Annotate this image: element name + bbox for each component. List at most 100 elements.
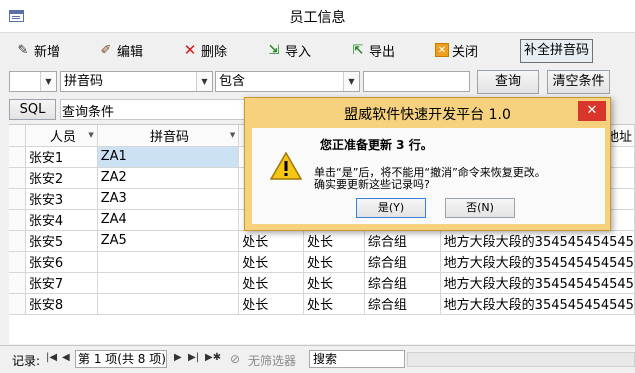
no-button[interactable]: 否(N) [445, 198, 515, 218]
table-cell[interactable]: 处长 [303, 293, 365, 315]
query-button[interactable]: 查询 [477, 70, 539, 94]
table-cell[interactable]: 综合组 [364, 293, 441, 315]
table-cell[interactable]: 张安3 [25, 188, 98, 210]
select-all-corner[interactable] [9, 125, 26, 147]
row-selector[interactable] [9, 230, 26, 252]
table-cell[interactable]: ZA3 [97, 188, 240, 210]
table-cell[interactable]: 处长 [238, 272, 304, 294]
new-icon: ✎ [17, 42, 29, 58]
import-icon: ⇲ [268, 42, 280, 58]
chevron-down-icon: ▼ [343, 72, 359, 91]
row-selector[interactable] [9, 209, 26, 231]
close-button[interactable]: ✕ 关闭 [435, 40, 478, 60]
table-cell[interactable]: 处长 [303, 230, 365, 252]
column-header[interactable]: 人员 ▼ [25, 125, 98, 147]
delete-button[interactable]: ✕ 删除 [182, 40, 227, 60]
table-cell[interactable]: 综合组 [364, 230, 441, 252]
edit-icon: ✐ [100, 42, 112, 58]
confirm-dialog: 盟威软件快速开发平台 1.0 ✕ 您正准备更新 3 行。 单击“是”后，将不能用… [244, 97, 611, 231]
dialog-question: 确实要更新这些记录吗? [314, 178, 430, 191]
dialog-title: 盟威软件快速开发平台 1.0 [344, 107, 511, 123]
dialog-body: 您正准备更新 3 行。 单击“是”后，将不能用“撤消”命令来恢复更改。 确实要更… [252, 128, 605, 224]
import-button[interactable]: ⇲ 导入 [266, 40, 311, 60]
row-selector[interactable] [9, 167, 26, 189]
table-cell[interactable]: 张安2 [25, 167, 98, 189]
table-cell[interactable]: ZA1 [97, 146, 240, 168]
table-row[interactable]: 张安6 处长 处长 综合组 地方大段大段的354545454545 [9, 251, 635, 273]
sql-button[interactable]: SQL [9, 99, 56, 120]
yes-button[interactable]: 是(Y) [356, 198, 426, 218]
table-cell[interactable] [97, 272, 240, 294]
no-filter-label[interactable]: 无筛选器 [248, 352, 296, 369]
next-record-icon[interactable]: ▶ [174, 352, 182, 363]
title-bar: 员工信息 [0, 0, 635, 33]
table-cell[interactable]: 处长 [238, 230, 304, 252]
search-input[interactable]: 搜索 [309, 350, 405, 368]
filter-bar: ▼ 拼音码 ▼ 包含 ▼ 查询 清空条件 [0, 67, 635, 97]
table-cell[interactable]: 地方大段大段的354545454545 [440, 272, 635, 294]
current-record-field[interactable]: 第 1 项(共 8 项) [75, 350, 167, 368]
table-cell[interactable]: 地方大段大段的354545454545 [440, 230, 635, 252]
field-select-value: 拼音码 [64, 74, 104, 89]
window-title: 员工信息 [289, 10, 346, 26]
table-cell[interactable]: 张安1 [25, 146, 98, 168]
table-cell[interactable]: 处长 [303, 251, 365, 273]
fill-pinyin-button[interactable]: 补全拼音码 [520, 39, 593, 63]
row-selector[interactable] [9, 293, 26, 315]
table-cell[interactable] [97, 293, 240, 315]
table-cell[interactable]: 处长 [238, 293, 304, 315]
import-label: 导入 [285, 44, 312, 60]
chevron-down-icon: ▼ [196, 72, 212, 91]
export-icon: ⇱ [352, 42, 364, 58]
table-cell[interactable]: ZA2 [97, 167, 240, 189]
table-cell[interactable]: 处长 [238, 251, 304, 273]
table-cell[interactable]: 张安7 [25, 272, 98, 294]
field-select[interactable]: 拼音码 ▼ [60, 71, 213, 92]
record-navigator: 记录: |◀ ◀ 第 1 项(共 8 项) ▶ ▶| ▶✱ ⊘ 无筛选器 搜索 [0, 345, 635, 373]
logic-select[interactable]: ▼ [9, 71, 57, 92]
last-record-icon[interactable]: ▶| [188, 352, 199, 363]
new-label: 新增 [34, 44, 61, 60]
table-cell[interactable]: 张安5 [25, 230, 98, 252]
chevron-down-icon: ▼ [40, 72, 56, 91]
close-icon: ✕ [435, 43, 449, 57]
table-row[interactable]: 张安8 处长 处长 综合组 地方大段大段的354545454545 [9, 293, 635, 315]
new-record-icon[interactable]: ▶✱ [205, 352, 221, 363]
export-button[interactable]: ⇱ 导出 [350, 40, 395, 60]
table-row[interactable]: 张安5 ZA5 处长 处长 综合组 地方大段大段的354545454545 [9, 230, 635, 252]
table-cell[interactable]: ZA5 [97, 230, 240, 252]
table-cell[interactable]: 张安4 [25, 209, 98, 231]
row-selector[interactable] [9, 251, 26, 273]
warning-icon [270, 152, 302, 180]
table-cell[interactable]: 地方大段大段的354545454545 [440, 293, 635, 315]
table-cell[interactable]: 处长 [303, 272, 365, 294]
row-selector[interactable] [9, 146, 26, 168]
new-button[interactable]: ✎ 新增 [15, 40, 60, 60]
clear-conditions-button[interactable]: 清空条件 [547, 70, 610, 94]
table-cell[interactable]: 张安8 [25, 293, 98, 315]
first-record-icon[interactable]: |◀ [46, 352, 57, 363]
delete-label: 删除 [201, 44, 228, 60]
prev-record-icon[interactable]: ◀ [62, 352, 70, 363]
close-label: 关闭 [452, 44, 479, 60]
table-cell[interactable]: ZA4 [97, 209, 240, 231]
sort-arrow-icon: ▼ [88, 131, 94, 139]
dialog-close-button[interactable]: ✕ [578, 101, 606, 121]
toolbar: ✎ 新增 ✐ 编辑 ✕ 删除 ⇲ 导入 ⇱ 导出 ✕ 关闭 补全拼音码 [0, 33, 635, 67]
delete-icon: ✕ [183, 41, 197, 59]
table-cell[interactable]: 地方大段大段的354545454545 [440, 251, 635, 273]
column-header[interactable]: 拼音码 ▼ [97, 125, 240, 147]
table-row[interactable]: 张安7 处长 处长 综合组 地方大段大段的354545454545 [9, 272, 635, 294]
row-selector[interactable] [9, 272, 26, 294]
row-selector[interactable] [9, 188, 26, 210]
horizontal-scrollbar[interactable] [407, 352, 635, 367]
filter-icon: ⊘ [230, 352, 241, 366]
table-cell[interactable] [97, 251, 240, 273]
operator-select[interactable]: 包含 ▼ [215, 71, 360, 92]
table-cell[interactable]: 综合组 [364, 251, 441, 273]
table-cell[interactable]: 张安6 [25, 251, 98, 273]
filter-value-input[interactable] [363, 71, 470, 92]
table-cell[interactable]: 综合组 [364, 272, 441, 294]
query-condition-label: 查询条件 [62, 105, 115, 120]
edit-button[interactable]: ✐ 编辑 [98, 40, 143, 60]
